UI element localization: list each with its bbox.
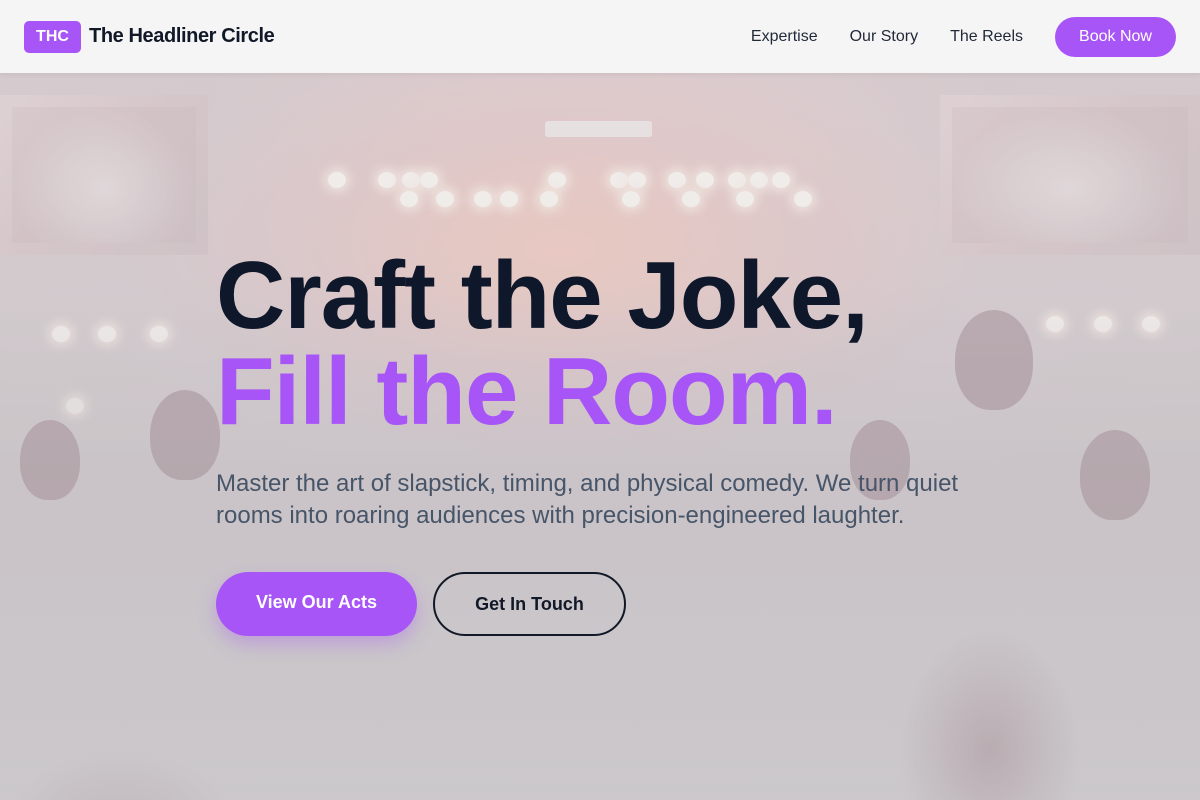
hero-section: Craft the Joke, Fill the Room. Master th… bbox=[216, 248, 1016, 636]
site-header: THC The Headliner Circle Expertise Our S… bbox=[0, 0, 1200, 73]
brand-logo[interactable]: THC The Headliner Circle bbox=[24, 20, 275, 53]
hero-subtitle: Master the art of slapstick, timing, and… bbox=[216, 470, 959, 529]
hero-title-line-2: Fill the Room. bbox=[216, 338, 838, 445]
hero-actions: View Our Acts Get In Touch bbox=[216, 572, 1016, 636]
main-nav: Expertise Our Story The Reels Book Now bbox=[751, 16, 1176, 57]
view-our-acts-button[interactable]: View Our Acts bbox=[216, 572, 417, 636]
get-in-touch-button[interactable]: Get In Touch bbox=[433, 572, 626, 636]
nav-link-expertise[interactable]: Expertise bbox=[751, 28, 818, 46]
brand-name: The Headliner Circle bbox=[89, 25, 275, 47]
nav-link-our-story[interactable]: Our Story bbox=[850, 28, 918, 46]
book-now-button[interactable]: Book Now bbox=[1055, 16, 1176, 57]
nav-link-the-reels[interactable]: The Reels bbox=[950, 28, 1023, 46]
hero-title: Craft the Joke, Fill the Room. bbox=[216, 248, 1016, 440]
hero-title-line-1: Craft the Joke, bbox=[216, 242, 869, 349]
logo-badge: THC bbox=[24, 20, 81, 53]
